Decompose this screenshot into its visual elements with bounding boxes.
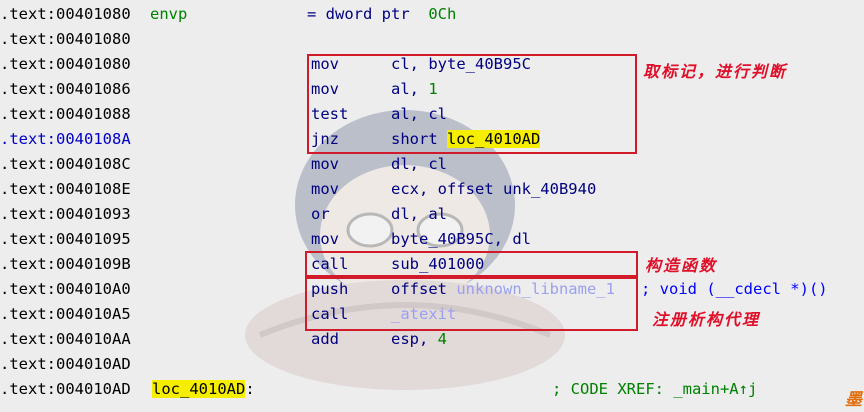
address[interactable]: .text:004010AD <box>0 352 131 377</box>
address[interactable]: .text:0040108A <box>0 127 131 152</box>
listing-row[interactable]: .text:00401080 envp = dword ptr 0Ch <box>0 2 864 27</box>
operand[interactable]: byte_40B95C, dl <box>391 227 531 252</box>
mnemonic[interactable]: mov <box>311 152 339 177</box>
address[interactable]: .text:0040108E <box>0 177 131 202</box>
address[interactable]: .text:00401080 <box>0 2 131 27</box>
mnemonic[interactable]: mov <box>311 177 339 202</box>
operand-number: 4 <box>437 330 448 348</box>
address[interactable]: .text:0040108C <box>0 152 131 177</box>
listing-row[interactable]: .text:00401093 or dl, al <box>0 202 864 227</box>
operand-text[interactable]: dl, al <box>391 205 447 223</box>
address[interactable]: .text:00401086 <box>0 77 131 102</box>
address[interactable]: .text:004010AA <box>0 327 131 352</box>
xref-comment[interactable]: ; CODE XREF: _main+A↑j <box>552 377 757 402</box>
operand-text[interactable]: esp, <box>391 330 438 348</box>
annotation-constructor: 构造函数 <box>645 256 718 275</box>
highlighted-label[interactable]: loc_4010AD <box>152 380 246 398</box>
constructor-call-box <box>305 251 638 277</box>
atexit-register-box <box>305 277 638 331</box>
operand[interactable]: ecx, offset unk_40B940 <box>391 177 596 202</box>
annotation-flag-check: 取标记，进行判断 <box>643 62 788 81</box>
code-label[interactable]: loc_4010AD: <box>152 377 255 402</box>
address[interactable]: .text:004010A5 <box>0 302 131 327</box>
operand-text[interactable]: dl, cl <box>391 155 447 173</box>
listing-row[interactable]: .text:00401080 <box>0 27 864 52</box>
address[interactable]: .text:00401080 <box>0 27 131 52</box>
operand: = dword ptr 0Ch <box>307 2 456 27</box>
label-colon: : <box>245 380 255 398</box>
stack-var-label[interactable]: envp <box>150 2 187 27</box>
operand-text: = dword ptr <box>307 5 429 23</box>
address[interactable]: .text:0040109B <box>0 252 131 277</box>
listing-row[interactable]: .text:004010AD <box>0 352 864 377</box>
listing-row[interactable]: .text:004010AD loc_4010AD: ; CODE XREF: _m… <box>0 377 864 402</box>
address[interactable]: .text:00401088 <box>0 102 131 127</box>
disassembly-listing: .text:00401080 envp = dword ptr 0Ch .text:0… <box>0 0 864 412</box>
operand[interactable]: dl, al <box>391 202 447 227</box>
address[interactable]: .text:00401080 <box>0 52 131 77</box>
mnemonic[interactable]: mov <box>311 227 339 252</box>
flag-check-box <box>307 54 637 154</box>
address[interactable]: .text:004010A0 <box>0 277 131 302</box>
listing-row[interactable]: .text:00401095 mov byte_40B95C, dl <box>0 227 864 252</box>
address[interactable]: .text:004010AD <box>0 377 131 402</box>
listing-row[interactable]: .text:0040108E mov ecx, offset unk_40B940 <box>0 177 864 202</box>
operand[interactable]: dl, cl <box>391 152 447 177</box>
listing-row[interactable]: .text:0040108C mov dl, cl <box>0 152 864 177</box>
annotation-destructor: 注册析构代理 <box>652 310 761 329</box>
operand-text[interactable]: ecx, offset unk_40B940 <box>391 180 596 198</box>
mnemonic[interactable]: or <box>311 202 330 227</box>
signature-stamp: 墨 <box>845 390 862 410</box>
operand-number: 0Ch <box>428 5 457 23</box>
address[interactable]: .text:00401093 <box>0 202 131 227</box>
operand-text[interactable]: byte_40B95C, dl <box>391 230 531 248</box>
type-comment: ; void (__cdecl *)() <box>641 280 828 298</box>
address[interactable]: .text:00401095 <box>0 227 131 252</box>
